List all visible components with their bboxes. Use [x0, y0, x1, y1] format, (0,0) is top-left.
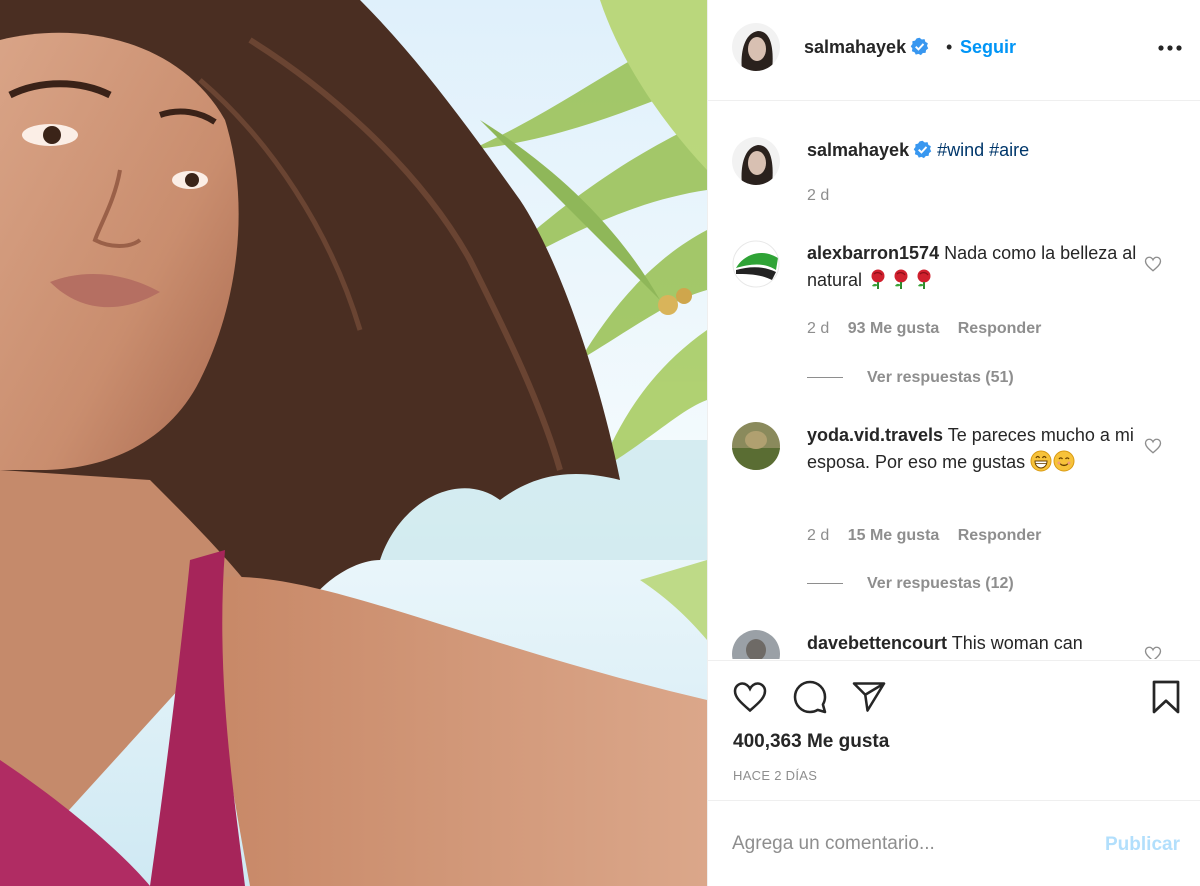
- reply-button[interactable]: Responder: [958, 320, 1042, 337]
- caption-username[interactable]: salmahayek: [807, 140, 909, 160]
- caption-meta: 2 d: [807, 187, 843, 205]
- comment-likes[interactable]: 15 Me gusta: [848, 527, 940, 544]
- comment-time[interactable]: 2 d: [807, 527, 829, 544]
- comment-meta: 2 d 15 Me gusta Responder: [807, 527, 1055, 545]
- caption-hashtags[interactable]: #wind #aire: [937, 140, 1029, 160]
- avatar-image: [732, 630, 780, 659]
- rose-emoji-icon: [917, 269, 931, 289]
- author-username-text: salmahayek: [804, 37, 907, 57]
- reply-button[interactable]: Responder: [958, 527, 1042, 544]
- commenter-username[interactable]: davebettencourt: [807, 633, 947, 653]
- post-side-panel: salmahayek • Seguir salmahayek #wind #ai…: [707, 0, 1200, 886]
- commenter-avatar[interactable]: [732, 630, 780, 659]
- view-replies-label: Ver respuestas (51): [867, 369, 1014, 386]
- publish-button[interactable]: Publicar: [1105, 834, 1180, 856]
- rose-emoji-icon: [894, 269, 908, 289]
- author-username[interactable]: salmahayek: [804, 37, 929, 58]
- view-replies-button[interactable]: Ver respuestas (51): [807, 369, 1014, 387]
- avatar-image: [732, 23, 780, 71]
- commenter-username[interactable]: alexbarron1574: [807, 243, 939, 263]
- comment-icon[interactable]: [792, 679, 828, 715]
- avatar-image: [732, 422, 780, 470]
- likes-count[interactable]: 400,363 Me gusta: [733, 731, 889, 753]
- comment-text: alexbarron1574 Nada como la belleza al n…: [807, 240, 1137, 294]
- commenter-username[interactable]: yoda.vid.travels: [807, 425, 943, 445]
- avatar-image: [732, 240, 780, 288]
- post-header: salmahayek • Seguir: [708, 0, 1200, 101]
- heart-icon[interactable]: [732, 679, 768, 715]
- smiling-face-emoji-icon: [1053, 450, 1075, 472]
- grinning-face-emoji-icon: [1030, 450, 1052, 472]
- header-separator: •: [946, 37, 953, 57]
- author-avatar[interactable]: [732, 23, 780, 71]
- comment-like-heart-icon[interactable]: [1144, 255, 1162, 273]
- comment-text: yoda.vid.travels Te pareces mucho a mi e…: [807, 422, 1137, 476]
- more-options-icon[interactable]: [1156, 34, 1184, 62]
- replies-divider: [807, 377, 843, 379]
- view-replies-label: Ver respuestas (12): [867, 575, 1014, 592]
- replies-divider: [807, 583, 843, 585]
- caption-text: salmahayek #wind #aire: [807, 137, 1137, 164]
- post-photo[interactable]: [0, 0, 707, 886]
- comment-input[interactable]: [732, 827, 1092, 861]
- comment-time[interactable]: 2 d: [807, 320, 829, 337]
- follow-button[interactable]: Seguir: [960, 37, 1016, 58]
- comment-text: davebettencourt This woman can: [807, 630, 1137, 657]
- post-image: [0, 0, 707, 886]
- commenter-avatar[interactable]: [732, 240, 780, 288]
- avatar-image: [732, 137, 780, 185]
- rose-emoji-icon: [871, 269, 885, 289]
- view-replies-button[interactable]: Ver respuestas (12): [807, 575, 1014, 593]
- caption-time[interactable]: 2 d: [807, 187, 829, 204]
- comment-body: This woman can: [951, 633, 1083, 653]
- verified-badge-icon: [913, 140, 932, 159]
- author-avatar[interactable]: [732, 137, 780, 185]
- share-icon[interactable]: [851, 679, 887, 715]
- post-timestamp[interactable]: HACE 2 DÍAS: [733, 768, 817, 783]
- comments-list[interactable]: salmahayek #wind #aire 2 d alexbarron157…: [708, 102, 1200, 659]
- comment-like-heart-icon[interactable]: [1144, 437, 1162, 455]
- verified-badge-icon: [910, 37, 929, 56]
- comment-meta: 2 d 93 Me gusta Responder: [807, 320, 1055, 338]
- add-comment-bar: Publicar: [708, 800, 1200, 886]
- commenter-avatar[interactable]: [732, 422, 780, 470]
- post-actions: 400,363 Me gusta HACE 2 DÍAS: [708, 660, 1200, 800]
- comment-likes[interactable]: 93 Me gusta: [848, 320, 940, 337]
- bookmark-icon[interactable]: [1148, 679, 1184, 715]
- comment-like-heart-icon[interactable]: [1144, 645, 1162, 659]
